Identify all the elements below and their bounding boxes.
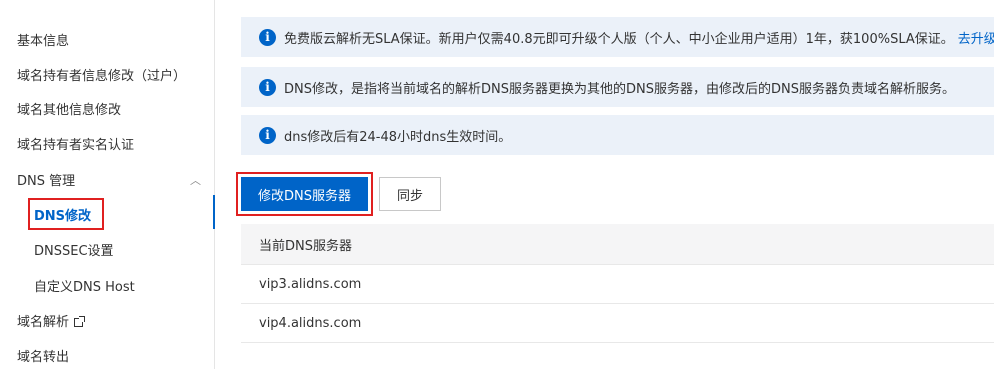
notice-text: dns修改后有24-48小时dns生效时间。 bbox=[284, 129, 512, 145]
highlight-annotation bbox=[28, 198, 104, 230]
dns-server-table: 当前DNS服务器 vip3.alidns.com vip4.alidns.com bbox=[241, 224, 994, 343]
sidebar-item-dns-management[interactable]: DNS 管理 bbox=[17, 170, 75, 189]
sidebar-item-domain-resolve[interactable]: 域名解析 bbox=[17, 311, 86, 330]
sidebar-item-other-info-change[interactable]: 域名其他信息修改 bbox=[17, 99, 121, 118]
modify-dns-server-button[interactable]: 修改DNS服务器 bbox=[241, 177, 368, 211]
notice-dns-effective-time: i dns修改后有24-48小时dns生效时间。 bbox=[241, 115, 994, 155]
table-header: 当前DNS服务器 bbox=[241, 224, 994, 265]
upgrade-link[interactable]: 去升级 bbox=[958, 28, 994, 47]
table-row: vip4.alidns.com bbox=[241, 304, 994, 343]
info-icon: i bbox=[259, 78, 276, 96]
sync-button[interactable]: 同步 bbox=[379, 177, 441, 211]
active-indicator bbox=[213, 195, 215, 229]
info-icon: i bbox=[259, 126, 276, 144]
sidebar-item-dnssec[interactable]: DNSSEC设置 bbox=[34, 240, 114, 259]
notice-text: 免费版云解析无SLA保证。新用户仅需40.8元即可升级个人版（个人、中小企业用户… bbox=[284, 31, 954, 47]
sidebar-item-custom-dns-host[interactable]: 自定义DNS Host bbox=[34, 276, 135, 295]
info-icon: i bbox=[259, 28, 276, 46]
sidebar: 基本信息 域名持有者信息修改（过户） 域名其他信息修改 域名持有者实名认证 DN… bbox=[0, 0, 215, 369]
notice-upgrade: i 免费版云解析无SLA保证。新用户仅需40.8元即可升级个人版（个人、中小企业… bbox=[241, 17, 994, 57]
sidebar-item-basic-info[interactable]: 基本信息 bbox=[17, 30, 69, 49]
notice-dns-modify: i DNS修改，是指将当前域名的解析DNS服务器更换为其他的DNS服务器，由修改… bbox=[241, 67, 994, 107]
external-link-icon bbox=[74, 316, 86, 327]
chevron-up-icon[interactable]: ︿ bbox=[190, 172, 201, 188]
sidebar-item-label: 域名解析 bbox=[17, 315, 70, 330]
table-row: vip3.alidns.com bbox=[241, 265, 994, 304]
sidebar-item-domain-transfer[interactable]: 域名转出 bbox=[17, 346, 69, 365]
sidebar-item-real-name-auth[interactable]: 域名持有者实名认证 bbox=[17, 134, 134, 153]
sidebar-item-holder-info-change[interactable]: 域名持有者信息修改（过户） bbox=[17, 65, 186, 84]
notice-text: DNS修改，是指将当前域名的解析DNS服务器更换为其他的DNS服务器，由修改后的… bbox=[284, 81, 955, 97]
